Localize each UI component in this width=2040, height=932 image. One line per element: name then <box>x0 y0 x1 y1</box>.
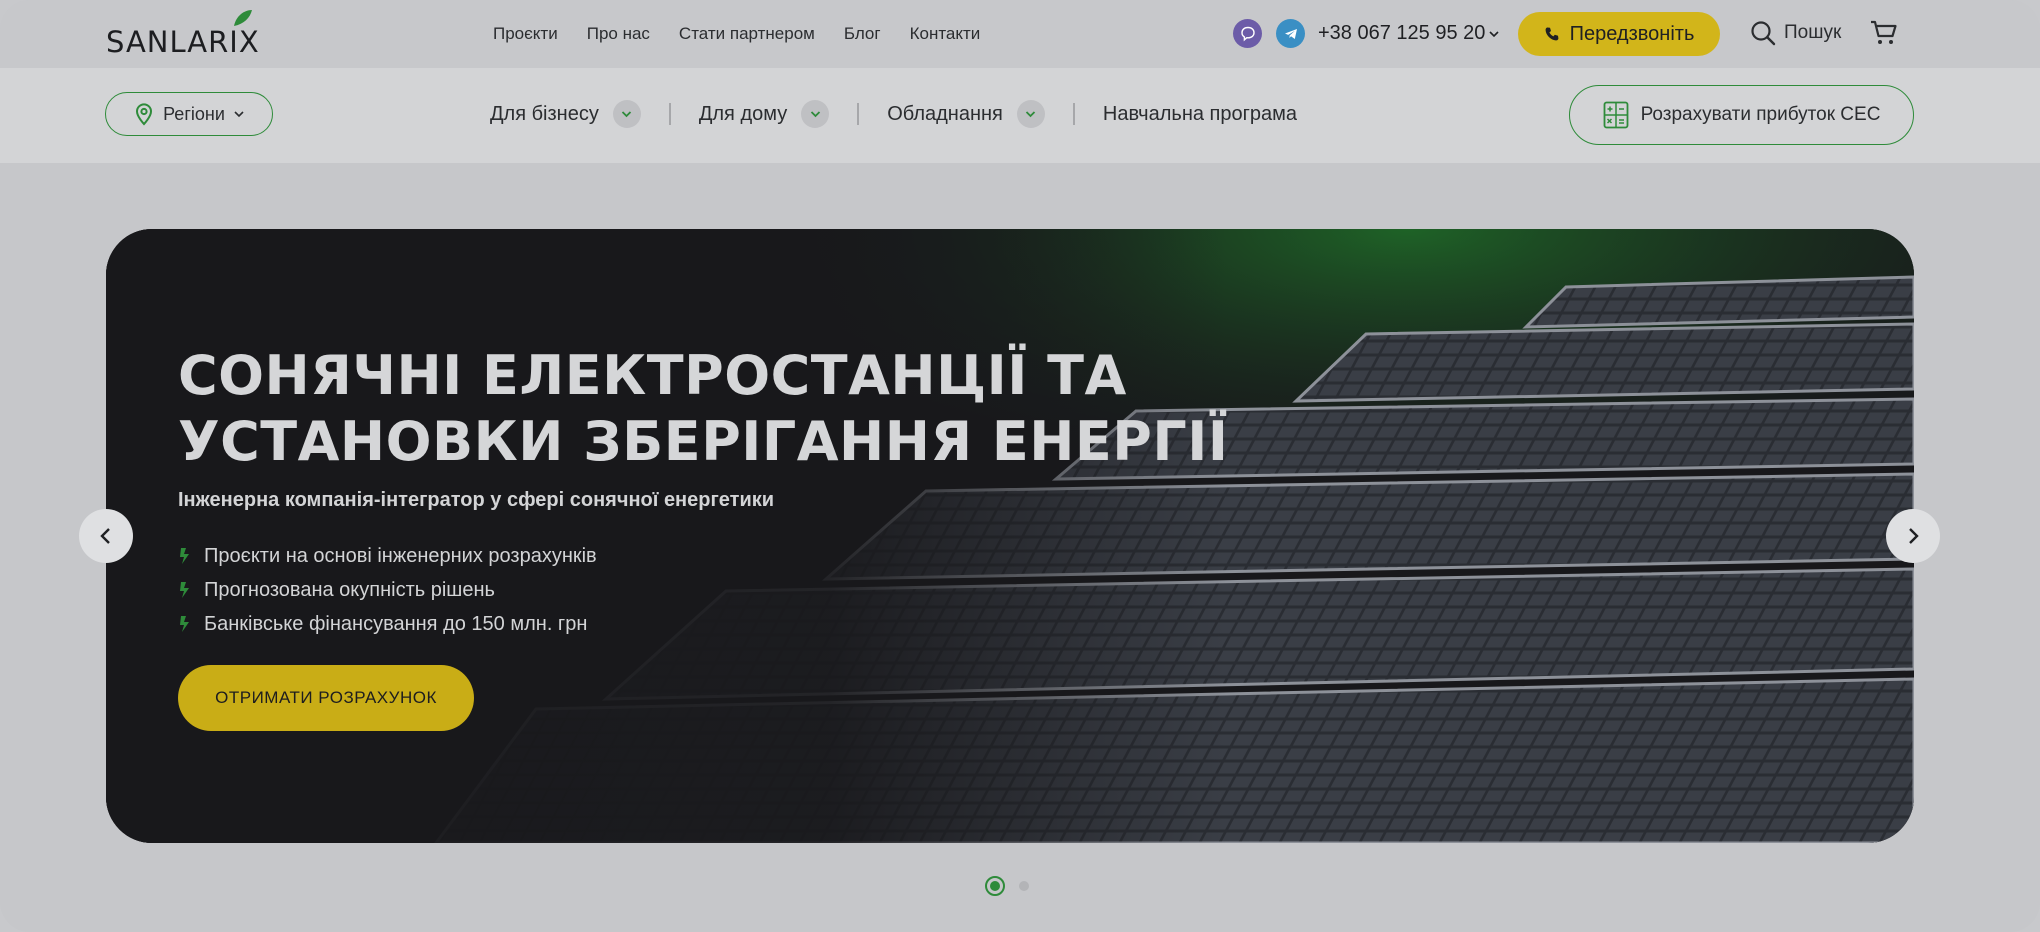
category-bar: Регіони Для бізнесу Для дому Обладнання … <box>0 68 2040 163</box>
get-calculation-button[interactable]: ОТРИМАТИ РОЗРАХУНОК <box>178 665 474 731</box>
topnav-item-contacts[interactable]: Контакти <box>910 24 981 44</box>
top-bar: SANLARIX Проєкти Про нас Стати партнером… <box>0 0 2040 68</box>
slider-dot-active[interactable] <box>985 876 1005 896</box>
calculator-icon <box>1603 101 1628 129</box>
phone-icon <box>1545 27 1559 41</box>
category-label: Для бізнесу <box>490 102 599 125</box>
divider <box>1072 103 1075 125</box>
search-button[interactable]: Пошук <box>1750 20 1841 46</box>
chevron-right-icon <box>1909 528 1919 544</box>
category-equipment[interactable]: Обладнання <box>887 100 1045 128</box>
green-bolt-icon <box>180 616 189 632</box>
slider-next-button[interactable] <box>1886 509 1940 563</box>
calc-label: Розрахувати прибуток СЕС <box>1640 104 1881 125</box>
callback-button[interactable]: Передзвоніть <box>1518 12 1720 56</box>
bullet-text: Банківське фінансування до 150 млн. грн <box>204 612 588 635</box>
slider-prev-button[interactable] <box>79 509 133 563</box>
logo[interactable]: SANLARIX <box>106 10 260 59</box>
bullet-text: Прогнозована окупність рішень <box>204 578 495 601</box>
hero-title-line-1: СОНЯЧНІ ЕЛЕКТРОСТАНЦІЇ ТА <box>178 344 1127 407</box>
search-icon <box>1751 21 1776 46</box>
green-bolt-icon <box>180 582 189 598</box>
bullet-text: Проєкти на основі інженерних розрахунків <box>204 544 597 567</box>
chevron-left-icon <box>100 528 110 544</box>
topnav-item-partner[interactable]: Стати партнером <box>679 24 815 44</box>
slider-pagination <box>985 876 1029 896</box>
category-label: Для дому <box>698 102 788 125</box>
list-item: Проєкти на основі інженерних розрахунків <box>178 539 597 573</box>
viber-icon[interactable] <box>1233 19 1262 48</box>
topnav-item-blog[interactable]: Блог <box>844 24 881 44</box>
hero-title-line-2: УСТАНОВКИ ЗБЕРІГАННЯ ЕНЕРГІЇ <box>178 410 1229 473</box>
chevron-down-icon[interactable] <box>1016 100 1045 128</box>
leaf-icon <box>234 10 252 26</box>
search-label: Пошук <box>1784 22 1842 43</box>
hero-title: СОНЯЧНІ ЕЛЕКТРОСТАНЦІЇ ТА УСТАНОВКИ ЗБЕР… <box>178 343 1228 475</box>
phone-dropdown[interactable]: +38 067 125 95 20 <box>1318 22 1499 45</box>
solar-panels-image <box>106 229 1914 843</box>
list-item: Прогнозована окупність рішень <box>178 573 597 607</box>
regions-label: Регіони <box>163 103 225 124</box>
topnav-item-about[interactable]: Про нас <box>587 24 650 44</box>
chevron-down-icon[interactable] <box>801 100 830 128</box>
category-navigation: Для бізнесу Для дому Обладнання Навчальн… <box>490 100 1297 128</box>
category-home[interactable]: Для дому <box>698 100 830 128</box>
category-business[interactable]: Для бізнесу <box>490 100 641 128</box>
category-label: Навчальна програма <box>1102 102 1298 125</box>
telegram-icon[interactable] <box>1276 19 1305 48</box>
chevron-down-icon <box>1489 30 1499 37</box>
hero-banner: СОНЯЧНІ ЕЛЕКТРОСТАНЦІЇ ТА УСТАНОВКИ ЗБЕР… <box>106 229 1914 843</box>
slider-dot[interactable] <box>1019 881 1029 891</box>
list-item: Банківське фінансування до 150 млн. грн <box>178 607 597 641</box>
calculate-profit-button[interactable]: Розрахувати прибуток СЕС <box>1569 85 1914 145</box>
divider <box>668 103 671 125</box>
cart-button[interactable] <box>1870 20 1898 51</box>
callback-label: Передзвоніть <box>1569 22 1695 45</box>
hero-bullet-list: Проєкти на основі інженерних розрахунків… <box>178 539 597 641</box>
top-navigation: Проєкти Про нас Стати партнером Блог Кон… <box>493 24 980 44</box>
topnav-item-projects[interactable]: Проєкти <box>493 24 558 44</box>
chevron-down-icon[interactable] <box>612 100 641 128</box>
divider <box>857 103 860 125</box>
green-bolt-icon <box>180 548 189 564</box>
category-label: Обладнання <box>887 102 1003 125</box>
hero-subtitle: Інженерна компанія-інтегратор у сфері со… <box>178 489 775 511</box>
location-pin-icon <box>136 103 153 126</box>
chevron-down-icon <box>234 111 244 118</box>
cart-icon <box>1871 20 1897 44</box>
phone-number: +38 067 125 95 20 <box>1318 22 1486 44</box>
regions-dropdown[interactable]: Регіони <box>105 92 273 136</box>
page: SANLARIX Проєкти Про нас Стати партнером… <box>0 0 2040 932</box>
category-training[interactable]: Навчальна програма <box>1103 103 1297 126</box>
logo-text: SANLARIX <box>106 25 260 59</box>
